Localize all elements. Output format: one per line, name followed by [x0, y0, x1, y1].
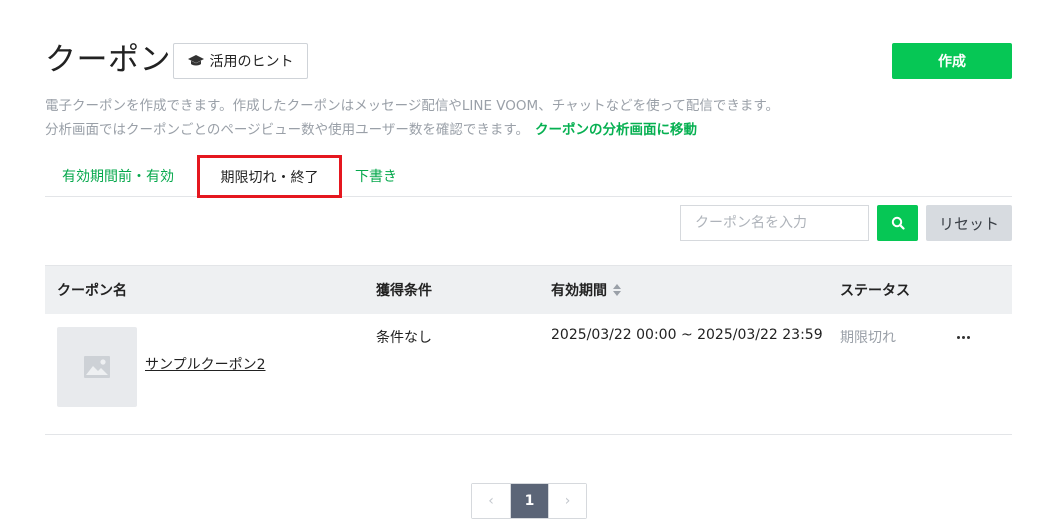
coupon-thumbnail — [57, 327, 137, 407]
image-icon — [84, 356, 110, 378]
page-header: クーポン 活用のヒント 作成 — [45, 40, 1012, 80]
next-page-button[interactable]: › — [548, 484, 586, 518]
description-line-2: 分析画面ではクーポンごとのページビュー数や使用ユーザー数を確認できます。 クーポン… — [45, 118, 779, 142]
hint-button[interactable]: 活用のヒント — [173, 43, 308, 79]
page-description: 電子クーポンを作成できます。作成したクーポンはメッセージ配信やLINE VOOM… — [45, 94, 779, 142]
tab-active-coupons[interactable]: 有効期間前・有効 — [62, 155, 174, 196]
tab-drafts[interactable]: 下書き — [355, 155, 397, 196]
hint-button-label: 活用のヒント — [209, 54, 294, 70]
page-number-current[interactable]: 1 — [510, 484, 548, 518]
coupon-name-link[interactable]: サンプルクーポン2 — [145, 354, 266, 374]
search-button[interactable] — [877, 205, 918, 241]
more-horizontal-icon[interactable] — [951, 327, 975, 347]
prev-page-button[interactable]: ‹ — [472, 484, 510, 518]
description-line-1: 電子クーポンを作成できます。作成したクーポンはメッセージ配信やLINE VOOM… — [45, 98, 780, 114]
page-title: クーポン — [45, 42, 171, 78]
graduation-cap-icon — [187, 55, 204, 66]
sort-icon[interactable] — [613, 284, 621, 296]
create-button[interactable]: 作成 — [892, 43, 1012, 79]
column-header-status: ステータス — [840, 283, 910, 299]
analytics-link[interactable]: クーポンの分析画面に移動 — [535, 122, 697, 138]
column-header-period-label: 有効期間 — [551, 283, 607, 299]
description-line-2-text: 分析画面ではクーポンごとのページビュー数や使用ユーザー数を確認できます。 — [45, 122, 529, 138]
status-badge: 期限切れ — [840, 330, 896, 346]
coupon-condition: 条件なし — [376, 330, 432, 346]
pagination: ‹ 1 › — [471, 483, 587, 519]
coupon-period: 2025/03/22 00:00 ~ 2025/03/22 23:59 — [551, 327, 823, 343]
column-header-period[interactable]: 有効期間 — [551, 266, 621, 314]
search-icon — [891, 216, 905, 230]
coupon-tabs: 有効期間前・有効 期限切れ・終了 下書き — [45, 155, 1012, 198]
column-header-name: クーポン名 — [57, 283, 127, 299]
table-row: サンプルクーポン2 条件なし 2025/03/22 00:00 ~ 2025/0… — [45, 314, 1012, 435]
reset-button[interactable]: リセット — [926, 205, 1012, 241]
table-header: クーポン名 獲得条件 有効期間 ステータス — [45, 265, 1012, 314]
coupon-table: クーポン名 獲得条件 有効期間 ステータス サンプルクーポン2 条件なし 202… — [45, 265, 1012, 435]
tab-expired-coupons[interactable]: 期限切れ・終了 — [197, 155, 342, 198]
search-input[interactable] — [680, 205, 869, 241]
column-header-condition: 獲得条件 — [376, 283, 432, 299]
